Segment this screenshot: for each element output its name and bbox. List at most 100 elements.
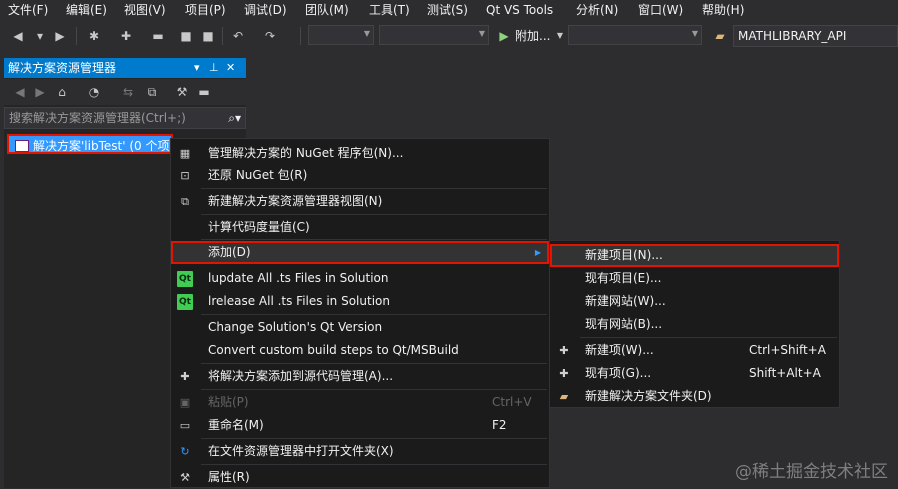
submenu-item-new-website[interactable]: 新建网站(W)... — [550, 290, 839, 313]
menu-item-label: 现有项目(E)... — [585, 271, 662, 285]
forward-icon[interactable]: ▶ — [32, 84, 48, 100]
dropdown-icon[interactable]: ▾ — [32, 28, 48, 44]
menu-item-code-metrics[interactable]: 计算代码度量值(C) — [171, 216, 549, 239]
menu-project[interactable]: 项目(P) — [185, 2, 226, 18]
menu-item-label: 在文件资源管理器中打开文件夹(X) — [208, 444, 394, 458]
menu-item-label: 将解决方案添加到源代码管理(A)... — [208, 369, 394, 383]
menu-window[interactable]: 窗口(W) — [638, 2, 683, 18]
back-icon[interactable]: ◀ — [12, 84, 28, 100]
project-folder-icon: ▰ — [715, 29, 725, 43]
menu-item-open-in-explorer[interactable]: ↻ 在文件资源管理器中打开文件夹(X) — [171, 440, 549, 463]
menu-analyze[interactable]: 分析(N) — [576, 2, 618, 18]
submenu-arrow-icon: ▶ — [534, 248, 541, 257]
collapse-all-icon[interactable]: ⧉ — [144, 84, 160, 100]
menu-team[interactable]: 团队(M) — [305, 2, 349, 18]
submenu-item-existing-item[interactable]: ✚ 现有项(G)... Shift+Alt+A — [550, 362, 839, 385]
add-submenu: 新建项目(N)... 现有项目(E)... 新建网站(W)... 现有网站(B)… — [549, 240, 840, 408]
menu-separator — [201, 389, 547, 390]
history-icon[interactable]: ◔ — [86, 84, 102, 100]
new-item-icon: ✚ — [559, 344, 569, 357]
menu-item-add[interactable]: 添加(D) ▶ — [171, 241, 549, 264]
rename-icon: ▭ — [179, 419, 191, 432]
menu-item-lrelease[interactable]: Qt lrelease All .ts Files in Solution — [171, 290, 549, 313]
menu-qt-vs-tools[interactable]: Qt VS Tools — [486, 2, 553, 18]
back-icon[interactable]: ◀ — [10, 28, 26, 44]
menu-separator — [201, 363, 547, 364]
menu-item-rename[interactable]: ▭ 重命名(M) F2 — [171, 414, 549, 437]
menu-item-label: 新建项目(N)... — [585, 248, 663, 262]
new-project-icon[interactable]: ✱ — [86, 28, 102, 44]
menu-item-label: Convert custom build steps to Qt/MSBuild — [208, 343, 459, 357]
menu-item-shortcut: Ctrl+V — [492, 395, 532, 409]
wrench-icon: ⚒ — [180, 471, 190, 484]
sync-icon[interactable]: ⇆ — [120, 84, 136, 100]
menu-separator — [201, 239, 547, 240]
solution-tree-node[interactable]: 解决方案'libTest' (0 个项目) — [7, 134, 173, 154]
menu-help[interactable]: 帮助(H) — [702, 2, 744, 18]
menu-separator — [201, 214, 547, 215]
menu-item-label: 添加(D) — [208, 245, 251, 259]
startup-project-combo[interactable]: MATHLIBRARY_API — [733, 25, 898, 47]
menu-tools[interactable]: 工具(T) — [369, 2, 410, 18]
save-all-icon[interactable]: ■ — [200, 28, 216, 44]
refresh-icon: ↻ — [180, 445, 190, 458]
home-icon[interactable]: ⌂ — [54, 84, 70, 100]
properties-icon[interactable]: ⚒ — [174, 84, 190, 100]
menu-item-label: 新建网站(W)... — [585, 294, 666, 308]
menu-item-restore-nuget[interactable]: ⊡ 还原 NuGet 包(R) — [171, 164, 549, 187]
menu-item-label: 粘贴(P) — [208, 395, 249, 409]
menu-item-paste[interactable]: ▣ 粘贴(P) Ctrl+V — [171, 391, 549, 414]
solution-explorer-title-bar: 解决方案资源管理器 ▾ ⊥ ✕ — [4, 58, 246, 78]
submenu-item-existing-website[interactable]: 现有网站(B)... — [550, 313, 839, 336]
menu-bar: 文件(F) 编辑(E) 视图(V) 项目(P) 调试(D) 团队(M) 工具(T… — [0, 0, 898, 20]
start-icon[interactable]: ▶ — [496, 28, 512, 44]
preview-icon[interactable]: ▬ — [196, 84, 212, 100]
configuration-combo[interactable]: ▼ — [308, 25, 374, 45]
menu-test[interactable]: 测试(S) — [427, 2, 468, 18]
menu-item-add-to-source-control[interactable]: ✚ 将解决方案添加到源代码管理(A)... — [171, 365, 549, 388]
attach-button[interactable]: 附加... — [515, 27, 550, 45]
menu-item-label: 现有项(G)... — [585, 366, 652, 380]
startup-project-label: MATHLIBRARY_API — [738, 29, 847, 43]
pin-icon[interactable]: ⊥ — [209, 58, 219, 78]
paste-icon: ▣ — [179, 396, 191, 409]
menu-item-manage-nuget[interactable]: ▦ 管理解决方案的 NuGet 程序包(N)... — [171, 142, 549, 165]
add-item-icon[interactable]: ✚ — [118, 28, 134, 44]
solution-explorer-search[interactable]: 搜索解决方案资源管理器(Ctrl+;) ⌕▾ — [4, 107, 246, 129]
menu-item-label: lrelease All .ts Files in Solution — [208, 294, 390, 308]
menu-item-label: 新建项(W)... — [585, 343, 654, 357]
close-icon[interactable]: ✕ — [226, 58, 235, 78]
folder-icon: ▰ — [559, 390, 569, 403]
forward-icon[interactable]: ▶ — [52, 28, 68, 44]
menu-item-new-explorer-view[interactable]: ⧉ 新建解决方案资源管理器视图(N) — [171, 190, 549, 213]
undo-icon[interactable]: ↶ — [230, 28, 246, 44]
menu-file[interactable]: 文件(F) — [8, 2, 48, 18]
save-icon[interactable]: ■ — [178, 28, 194, 44]
menu-item-change-qt-version[interactable]: Change Solution's Qt Version — [171, 316, 549, 339]
chevron-down-icon[interactable]: ▼ — [552, 28, 568, 44]
menu-item-lupdate[interactable]: Qt lupdate All .ts Files in Solution — [171, 267, 549, 290]
menu-separator — [201, 464, 547, 465]
submenu-item-existing-project[interactable]: 现有项目(E)... — [550, 267, 839, 290]
restore-icon: ⊡ — [180, 169, 190, 182]
redo-icon[interactable]: ↷ — [262, 28, 278, 44]
menu-edit[interactable]: 编辑(E) — [66, 2, 107, 18]
search-icon[interactable]: ⌕▾ — [228, 108, 241, 128]
menu-item-label: 属性(R) — [208, 470, 250, 484]
submenu-item-new-project[interactable]: 新建项目(N)... — [550, 244, 839, 267]
new-view-icon: ⧉ — [181, 195, 189, 208]
platform-combo[interactable]: ▼ — [379, 25, 489, 45]
menu-debug[interactable]: 调试(D) — [244, 2, 287, 18]
debug-target-combo[interactable]: ▼ — [568, 25, 702, 45]
chevron-down-icon: ▼ — [691, 29, 698, 38]
menu-item-label: 重命名(M) — [208, 418, 264, 432]
submenu-item-new-solution-folder[interactable]: ▰ 新建解决方案文件夹(D) — [550, 385, 839, 408]
menu-item-label: 计算代码度量值(C) — [208, 220, 310, 234]
chevron-down-icon: ▼ — [363, 29, 370, 38]
menu-item-convert-build-steps[interactable]: Convert custom build steps to Qt/MSBuild — [171, 339, 549, 362]
menu-item-properties[interactable]: ⚒ 属性(R) — [171, 466, 549, 489]
submenu-item-new-item[interactable]: ✚ 新建项(W)... Ctrl+Shift+A — [550, 339, 839, 362]
panel-menu-icon[interactable]: ▾ — [194, 58, 200, 78]
menu-view[interactable]: 视图(V) — [124, 2, 166, 18]
open-file-icon[interactable]: ▬ — [150, 28, 166, 44]
